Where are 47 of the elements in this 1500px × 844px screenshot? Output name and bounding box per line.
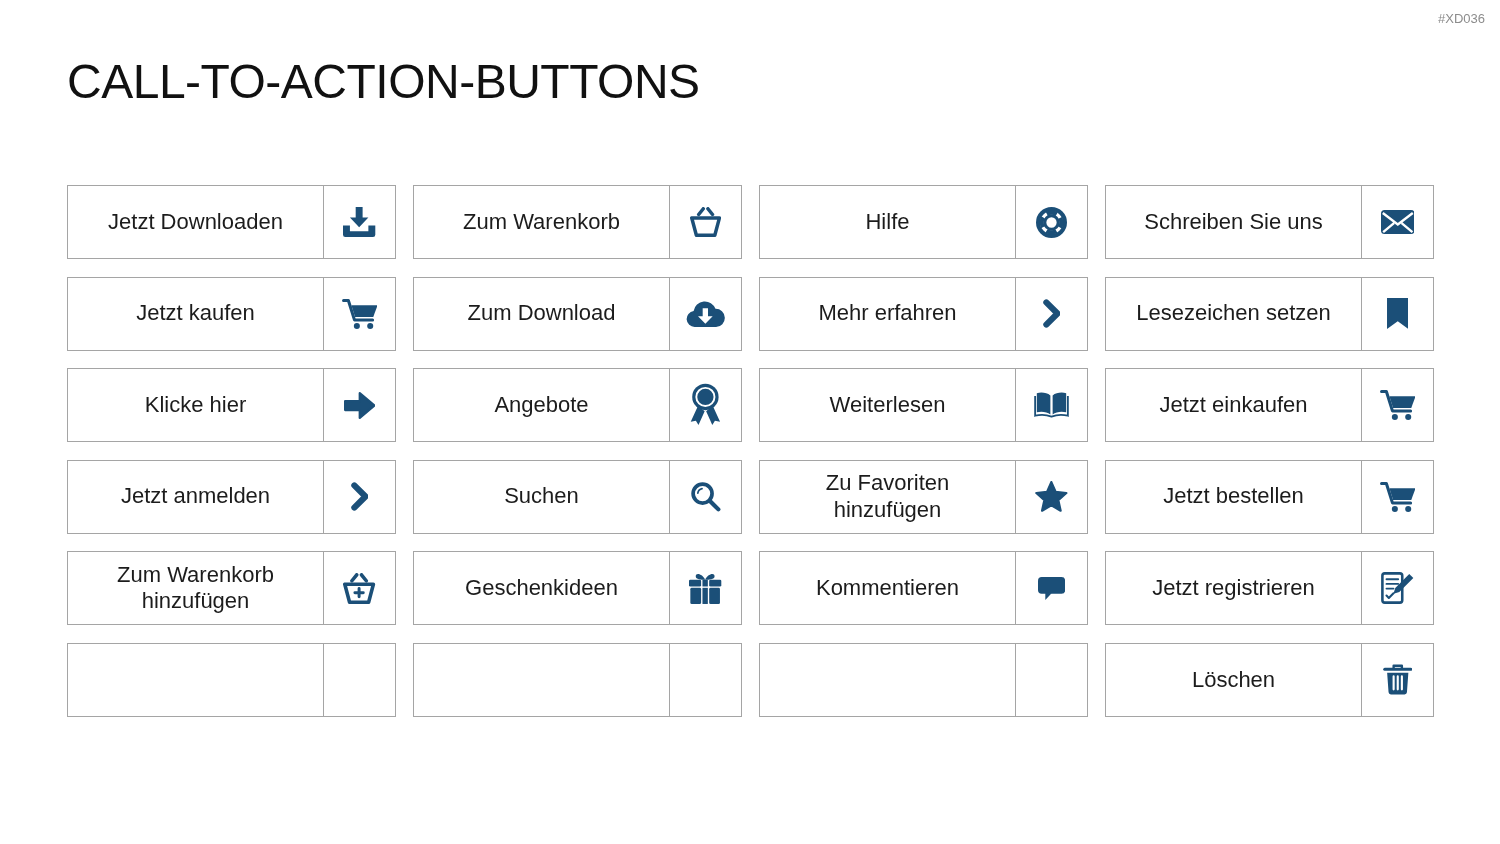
gift-icon	[689, 572, 722, 604]
empty-button[interactable]	[413, 642, 742, 717]
open-book-icon	[1034, 392, 1069, 419]
empty-button[interactable]	[759, 642, 1088, 717]
cta-button[interactable]: Suchen	[413, 459, 742, 534]
cta-button[interactable]: Jetzt Downloaden	[67, 185, 396, 259]
cta-button[interactable]: Jetzt anmelden	[67, 459, 396, 534]
form-pen-icon	[1381, 572, 1414, 605]
download-icon	[343, 207, 376, 237]
award-ribbon-icon	[690, 383, 721, 428]
cta-button[interactable]: Zum Warenkorb hinzufügen	[67, 551, 396, 626]
slide-title: CALL-TO-ACTION-BUTTONS	[67, 54, 701, 110]
trash-icon	[1382, 664, 1413, 696]
cta-button[interactable]: Lesezeichen setzen	[1105, 276, 1434, 351]
slide-code: #XD036	[1438, 11, 1485, 27]
chevron-right-icon	[1042, 299, 1061, 329]
cta-button[interactable]: Schreiben Sie uns	[1105, 185, 1434, 259]
cta-button[interactable]: Zu Favoriten hinzufügen	[759, 459, 1088, 534]
cta-button[interactable]: Angebote	[413, 368, 742, 443]
basket-icon	[689, 207, 722, 237]
cta-button[interactable]: Weiterlesen	[759, 368, 1088, 443]
arrow-right-icon	[343, 391, 376, 419]
lifebuoy-icon	[1036, 206, 1067, 238]
cta-button[interactable]: Geschenkideen	[413, 551, 742, 626]
cta-button[interactable]: Zum Warenkorb	[413, 185, 742, 259]
cta-button[interactable]: Klicke hier	[67, 368, 396, 443]
cta-button[interactable]: Jetzt registrieren	[1105, 551, 1434, 626]
cloud-download-icon	[685, 300, 726, 327]
cart-icon	[341, 298, 378, 329]
speech-bubble-icon	[1037, 576, 1066, 600]
cta-button[interactable]: Jetzt einkaufen	[1105, 368, 1434, 443]
cta-button[interactable]: Löschen	[1105, 642, 1434, 717]
empty-button[interactable]	[67, 642, 396, 717]
cta-button[interactable]: Jetzt bestellen	[1105, 459, 1434, 534]
star-icon	[1035, 481, 1068, 513]
cart-icon	[1379, 481, 1416, 512]
envelope-icon	[1380, 210, 1415, 234]
search-icon	[690, 481, 721, 512]
cta-button[interactable]: Zum Download	[413, 276, 742, 351]
basket-plus-icon	[343, 572, 376, 604]
cta-button[interactable]: Hilfe	[759, 185, 1088, 259]
cta-button[interactable]: Mehr erfahren	[759, 276, 1088, 351]
cta-button[interactable]: Jetzt kaufen	[67, 276, 396, 351]
bookmark-icon	[1386, 298, 1409, 330]
cta-button[interactable]: Kommentieren	[759, 551, 1088, 626]
cart-icon	[1379, 390, 1416, 421]
chevron-right-icon	[350, 482, 369, 512]
